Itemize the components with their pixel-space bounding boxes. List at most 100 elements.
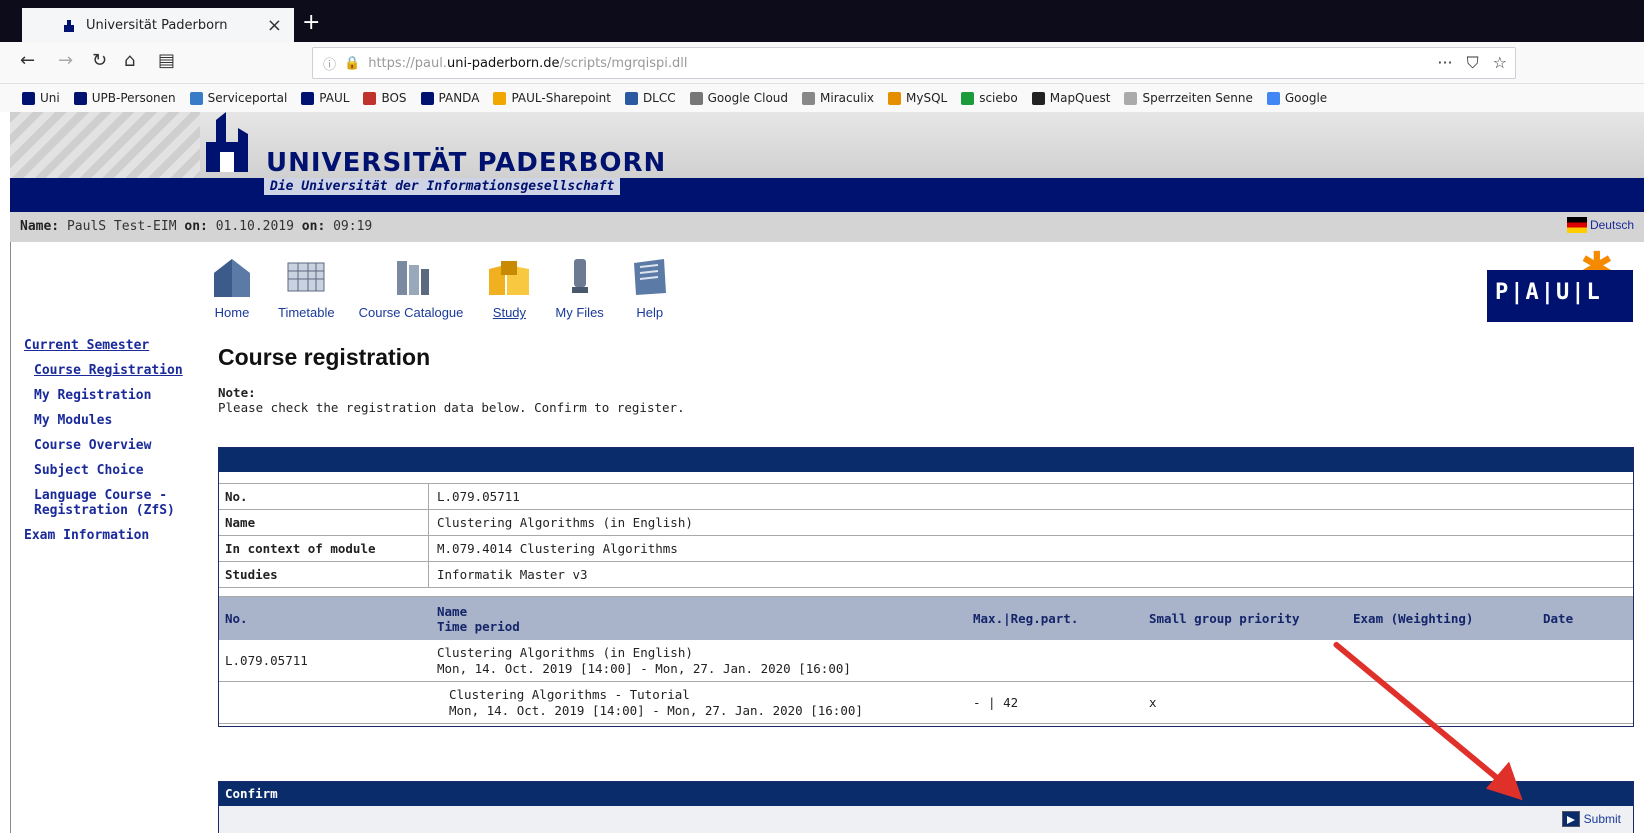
detail-key: No. bbox=[219, 484, 429, 509]
bookmark-item[interactable]: PAUL-Sharepoint bbox=[493, 91, 611, 105]
bookmark-icon bbox=[301, 91, 315, 105]
detail-value: Clustering Algorithms (in English) bbox=[437, 515, 693, 530]
bookmark-item[interactable]: MapQuest bbox=[1031, 91, 1110, 105]
bookmark-item[interactable]: sciebo bbox=[961, 91, 1018, 105]
registration-panel: No. L.079.05711 Name Clustering Algorith… bbox=[218, 447, 1634, 727]
bookmarks-bar: Uni UPB-Personen Serviceportal PAUL BOS PANDA… bbox=[0, 84, 1644, 112]
user-name: PaulS Test-EIM bbox=[66, 219, 177, 234]
sidebar: Current Semester Course Registration My … bbox=[24, 338, 194, 543]
info-icon[interactable]: ⓘ bbox=[323, 54, 336, 73]
forward-icon[interactable]: → bbox=[58, 50, 73, 71]
nav-help[interactable]: Help bbox=[628, 255, 672, 320]
detail-key: Name bbox=[219, 510, 429, 535]
bookmark-item[interactable]: UPB-Personen bbox=[73, 91, 176, 105]
url-actions: ··· ⛉ ☆ bbox=[1437, 53, 1507, 73]
confirm-body: Submit bbox=[219, 806, 1633, 833]
bookmark-icon bbox=[802, 91, 816, 105]
table-row: Clustering Algorithms - Tutorial Mon, 14… bbox=[219, 682, 1633, 724]
pocket-icon[interactable]: ⛉ bbox=[1467, 53, 1479, 73]
sidebar-item-my-modules[interactable]: My Modules bbox=[34, 413, 194, 428]
bookmark-item[interactable]: Miraculix bbox=[802, 91, 874, 105]
submit-button[interactable]: Submit bbox=[1561, 811, 1621, 827]
language-switch[interactable]: Deutsch bbox=[1566, 217, 1634, 233]
back-icon[interactable]: ← bbox=[20, 50, 35, 71]
sidebar-exam-information[interactable]: Exam Information bbox=[24, 528, 194, 543]
nav-home[interactable]: Home bbox=[210, 255, 254, 320]
bookmark-label: MySQL bbox=[906, 91, 948, 105]
col-no: No. bbox=[225, 611, 248, 626]
nav-timetable-label: Timetable bbox=[278, 305, 335, 320]
bookmark-label: sciebo bbox=[979, 91, 1018, 105]
row-small-group: x bbox=[1149, 695, 1157, 710]
row-name-period: Clustering Algorithms - Tutorial Mon, 14… bbox=[429, 687, 973, 719]
bookmark-item[interactable]: PAUL bbox=[301, 91, 349, 105]
more-actions-icon[interactable]: ··· bbox=[1437, 53, 1452, 73]
timetable-nav-icon bbox=[287, 262, 325, 292]
main-navigation: Home Timetable Course Catalogue Study My… bbox=[210, 255, 696, 320]
bookmark-icon bbox=[420, 91, 434, 105]
paul-logo: P|A|U|L bbox=[1487, 270, 1633, 322]
detail-key: In context of module bbox=[219, 536, 429, 561]
sidebar-item-subject-choice[interactable]: Subject Choice bbox=[34, 463, 194, 478]
table-row: L.079.05711 Clustering Algorithms (in En… bbox=[219, 640, 1633, 682]
help-nav-icon bbox=[633, 259, 666, 295]
bookmark-item[interactable]: Serviceportal bbox=[189, 91, 288, 105]
sidebar-item-my-registration[interactable]: My Registration bbox=[34, 388, 194, 403]
reload-icon[interactable]: ↻ bbox=[92, 50, 107, 71]
university-favicon-icon bbox=[64, 20, 74, 32]
bookmark-item[interactable]: BOS bbox=[363, 91, 407, 105]
bookmark-star-icon[interactable]: ☆ bbox=[1493, 53, 1507, 73]
nav-study[interactable]: Study bbox=[487, 255, 531, 320]
nav-my-files[interactable]: My Files bbox=[555, 255, 604, 320]
bookmark-label: Uni bbox=[40, 91, 60, 105]
university-tagline: Die Universität der Informationsgesellsc… bbox=[264, 178, 621, 195]
bookmark-item[interactable]: Google bbox=[1266, 91, 1327, 105]
row-max-reg: - | 42 bbox=[973, 695, 1019, 710]
bookmark-item[interactable]: Uni bbox=[22, 91, 60, 105]
bookmark-icon bbox=[624, 91, 638, 105]
login-date: 01.10.2019 bbox=[215, 219, 294, 234]
university-name: UNIVERSITÄT PADERBORN bbox=[266, 148, 667, 178]
bookmark-label: Serviceportal bbox=[207, 91, 288, 105]
print-icon[interactable]: ▤ bbox=[158, 50, 175, 71]
bookmark-icon bbox=[1266, 91, 1280, 105]
note-text: Please check the registration data below… bbox=[218, 400, 685, 415]
close-tab-icon[interactable]: × bbox=[267, 15, 282, 36]
bookmark-label: Miraculix bbox=[820, 91, 874, 105]
bookmark-item[interactable]: MySQL bbox=[888, 91, 947, 105]
col-name: Name bbox=[437, 603, 468, 619]
tab-title: Universität Paderborn bbox=[86, 17, 228, 33]
sidebar-current-semester[interactable]: Current Semester bbox=[24, 338, 194, 353]
page: Universität Paderborn × + ← → ↻ ⌂ ▤ ⓘ 🔒 … bbox=[0, 0, 1644, 833]
university-logo-icon bbox=[206, 112, 248, 172]
url-bar[interactable]: ⓘ 🔒 https://paul. uni-paderborn.de/script… bbox=[312, 47, 1516, 79]
nav-course-catalogue-label: Course Catalogue bbox=[358, 305, 464, 320]
col-small-group: Small group priority bbox=[1149, 611, 1300, 626]
confirm-header: Confirm bbox=[219, 782, 1633, 806]
bookmark-label: PAUL-Sharepoint bbox=[511, 91, 611, 105]
new-tab-icon[interactable]: + bbox=[302, 10, 320, 35]
bookmark-icon bbox=[689, 91, 703, 105]
bookmark-item[interactable]: DLCC bbox=[624, 91, 676, 105]
detail-row-studies: Studies Informatik Master v3 bbox=[219, 562, 1633, 588]
bookmark-item[interactable]: PANDA bbox=[420, 91, 479, 105]
nav-timetable[interactable]: Timetable bbox=[278, 255, 335, 320]
browser-tab[interactable]: Universität Paderborn × bbox=[22, 8, 294, 42]
col-name-period: Name Time period bbox=[429, 604, 973, 634]
sidebar-item-course-overview[interactable]: Course Overview bbox=[34, 438, 194, 453]
url-domain: uni-paderborn.de bbox=[447, 55, 560, 71]
home-icon[interactable]: ⌂ bbox=[124, 50, 135, 71]
nav-my-files-label: My Files bbox=[555, 305, 604, 320]
sidebar-item-language-course[interactable]: Language Course - Registration (ZfS) bbox=[34, 488, 194, 518]
bookmark-item[interactable]: Google Cloud bbox=[689, 91, 788, 105]
confirm-panel: Confirm Submit bbox=[218, 781, 1634, 833]
row-name: Clustering Algorithms - Tutorial bbox=[449, 686, 690, 702]
bookmark-icon bbox=[1124, 91, 1138, 105]
detail-value: Informatik Master v3 bbox=[437, 567, 588, 582]
login-time: 09:19 bbox=[333, 219, 373, 234]
nav-course-catalogue[interactable]: Course Catalogue bbox=[358, 255, 464, 320]
submit-arrow-icon bbox=[1561, 811, 1580, 827]
bookmark-item[interactable]: Sperrzeiten Senne bbox=[1124, 91, 1253, 105]
detail-row-number: No. L.079.05711 bbox=[219, 484, 1633, 510]
sidebar-item-course-registration[interactable]: Course Registration bbox=[34, 363, 194, 378]
